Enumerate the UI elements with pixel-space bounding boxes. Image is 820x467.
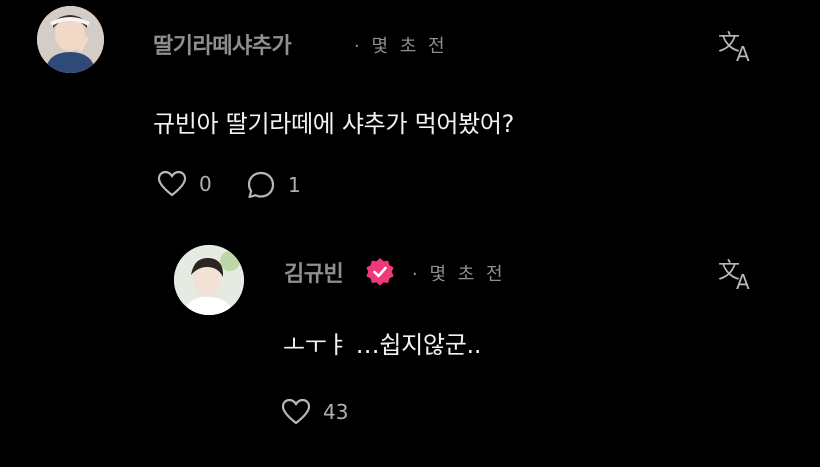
- like-button[interactable]: 43: [281, 398, 348, 426]
- like-count: 43: [323, 400, 349, 424]
- username[interactable]: 김규빈: [284, 256, 344, 288]
- reply: 김규빈 · 몇 초 전 文 A ㅗㅜㅑ …쉽지않군.. 43: [0, 215, 820, 467]
- comment-text: 규빈아 딸기라떼에 샤추가 먹어봤어?: [153, 110, 515, 138]
- username[interactable]: 딸기라떼샤추가: [153, 28, 292, 60]
- avatar-image: [37, 6, 104, 73]
- translate-icon[interactable]: 文 A: [716, 26, 758, 66]
- svg-text:A: A: [736, 42, 750, 64]
- like-count: 0: [199, 172, 212, 196]
- reply-count: 1: [288, 173, 301, 197]
- avatar[interactable]: [37, 6, 104, 73]
- like-button[interactable]: 0: [157, 170, 212, 198]
- comment: 딸기라떼샤추가 · 몇 초 전 文 A 규빈아 딸기라떼에 샤추가 먹어봤어? …: [0, 0, 820, 215]
- heart-icon: [281, 398, 311, 425]
- comment-text: ㅗㅜㅑ …쉽지않군..: [283, 331, 482, 359]
- timestamp: · 몇 초 전: [354, 36, 448, 57]
- svg-text:A: A: [736, 270, 750, 292]
- avatar[interactable]: [174, 245, 244, 315]
- avatar-image: [174, 245, 244, 315]
- reply-button[interactable]: 1: [246, 170, 301, 200]
- timestamp: · 몇 초 전: [412, 264, 506, 285]
- translate-icon[interactable]: 文 A: [716, 254, 758, 294]
- verified-badge-icon: [364, 256, 396, 288]
- heart-icon: [157, 170, 187, 197]
- comment-bubble-icon: [247, 171, 275, 199]
